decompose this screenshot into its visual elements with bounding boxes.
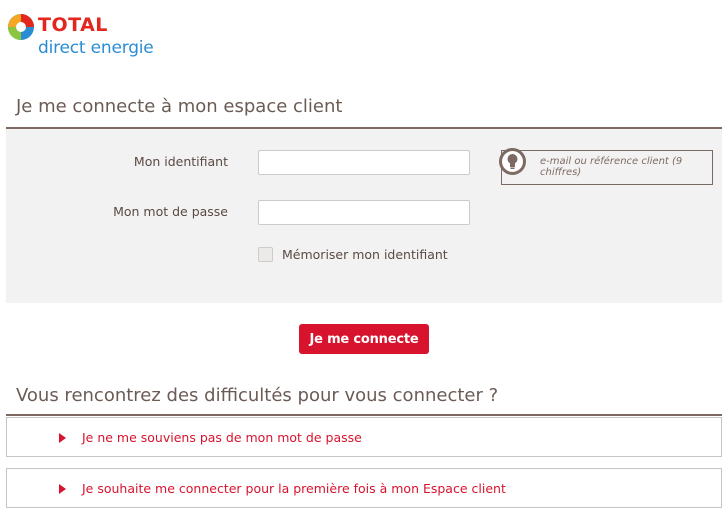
- password-input[interactable]: [258, 200, 470, 225]
- first-login-link[interactable]: Je souhaite me connecter pour la premièr…: [6, 468, 722, 508]
- login-title: Je me connecte à mon espace client: [16, 96, 343, 117]
- total-logo-icon: [8, 14, 34, 40]
- first-login-label: Je souhaite me connecter pour la premièr…: [82, 481, 506, 496]
- brand-name: TOTAL: [38, 14, 108, 36]
- identifier-label: Mon identifiant: [133, 154, 228, 169]
- triangle-right-icon: [59, 433, 66, 443]
- brand-logo[interactable]: TOTAL direct energie: [6, 10, 206, 62]
- lightbulb-icon: [499, 148, 526, 175]
- identifier-hint: e-mail ou référence client (9 chiffres): [499, 148, 713, 185]
- forgot-password-label: Je ne me souviens pas de mon mot de pass…: [82, 430, 362, 445]
- identifier-input[interactable]: [258, 150, 470, 175]
- help-title-divider: [6, 414, 722, 416]
- brand-subtitle: direct energie: [38, 38, 154, 58]
- help-title: Vous rencontrez des difficultés pour vou…: [16, 385, 499, 406]
- password-label: Mon mot de passe: [113, 204, 228, 219]
- remember-checkbox[interactable]: [258, 247, 273, 262]
- remember-label: Mémoriser mon identifiant: [282, 247, 448, 262]
- triangle-right-icon: [59, 484, 66, 494]
- login-submit-button[interactable]: Je me connecte: [299, 324, 429, 354]
- identifier-hint-text: e-mail ou référence client (9 chiffres): [540, 156, 683, 178]
- forgot-password-link[interactable]: Je ne me souviens pas de mon mot de pass…: [6, 417, 722, 457]
